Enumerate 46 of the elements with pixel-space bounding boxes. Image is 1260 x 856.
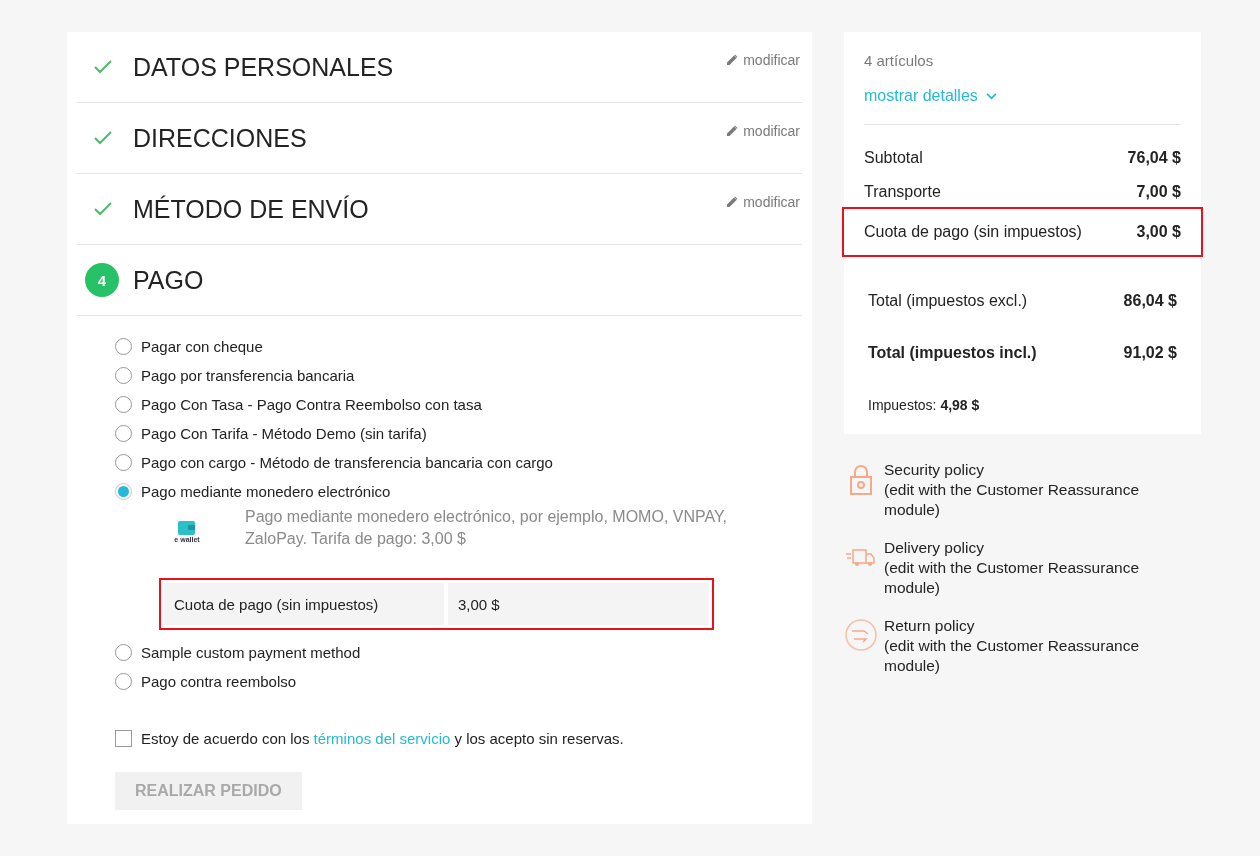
taxes-text: Impuestos: 4,98 $ <box>867 397 981 413</box>
total-label: Total (impuestos excl.) <box>868 292 1028 310</box>
line-label: Subtotal <box>864 149 923 167</box>
pencil-icon <box>726 54 739 66</box>
option-label: Pagar con cheque <box>141 338 263 355</box>
line-value: 76,04 $ <box>1127 149 1181 167</box>
option-label: Pago por transferencia bancaria <box>141 367 355 384</box>
policy-title: Return policy <box>884 616 976 636</box>
step-title: PAGO <box>133 265 204 295</box>
step-title: MÉTODO DE ENVÍO <box>133 194 369 224</box>
items-count: 4 artículos <box>864 52 935 69</box>
edit-link[interactable]: modificar <box>726 194 800 210</box>
edit-link[interactable]: modificar <box>726 52 800 68</box>
terms-text: Estoy de acuerdo con los términos del servicio y los acepto sin reservas. <box>141 730 624 747</box>
total-value: 91,02 $ <box>1123 344 1177 362</box>
policy-note: (edit with the Customer Reassurance module) <box>884 636 1140 676</box>
step-number: 4 <box>85 263 119 297</box>
policy-title: Delivery policy <box>884 538 985 558</box>
option-label: Pago mediante monedero electrónico <box>141 483 391 500</box>
payment-description: Pago mediante monedero electrónico, por ejemplo, MOMO, VNPAY, ZaloPay. Tarifa de pago: 3,00 $ <box>245 507 728 549</box>
line-value: 7,00 $ <box>1136 183 1181 201</box>
pencil-icon <box>726 196 739 208</box>
policy-note: (edit with the Customer Reassurance module) <box>884 480 1140 520</box>
chevron-down-icon <box>985 92 997 100</box>
step-title: DIRECCIONES <box>133 123 307 153</box>
line-label: Cuota de pago (sin impuestos) <box>864 223 1082 241</box>
policy-title: Security policy <box>884 460 985 480</box>
option-label: Pago Con Tarifa - Método Demo (sin tarifa) <box>141 425 427 442</box>
table-cell: Cuota de pago (sin impuestos) <box>164 583 444 625</box>
checkbox[interactable] <box>115 730 132 747</box>
show-details-link[interactable]: mostrar detalles <box>864 87 997 105</box>
wallet-icon <box>178 520 196 536</box>
step-title: DATOS PERSONALES <box>133 52 394 82</box>
pencil-icon <box>726 125 739 137</box>
total-label: Total (impuestos incl.) <box>868 344 1037 362</box>
option-label: Pago con cargo - Método de transferencia bancaria con cargo <box>141 454 553 471</box>
option-label: Pago Con Tasa - Pago Contra Reembolso con tasa <box>141 396 482 413</box>
total-value: 86,04 $ <box>1123 292 1177 310</box>
option-label: Sample custom payment method <box>141 644 361 661</box>
edit-link[interactable]: modificar <box>726 123 800 139</box>
table-cell: 3,00 $ <box>448 583 709 625</box>
terms-link[interactable]: términos del servicio <box>313 730 451 747</box>
policy-note: (edit with the Customer Reassurance module) <box>884 558 1140 598</box>
line-label: Transporte <box>864 183 941 201</box>
line-value: 3,00 $ <box>1136 223 1181 241</box>
option-label: Pago contra reembolso <box>141 673 297 690</box>
